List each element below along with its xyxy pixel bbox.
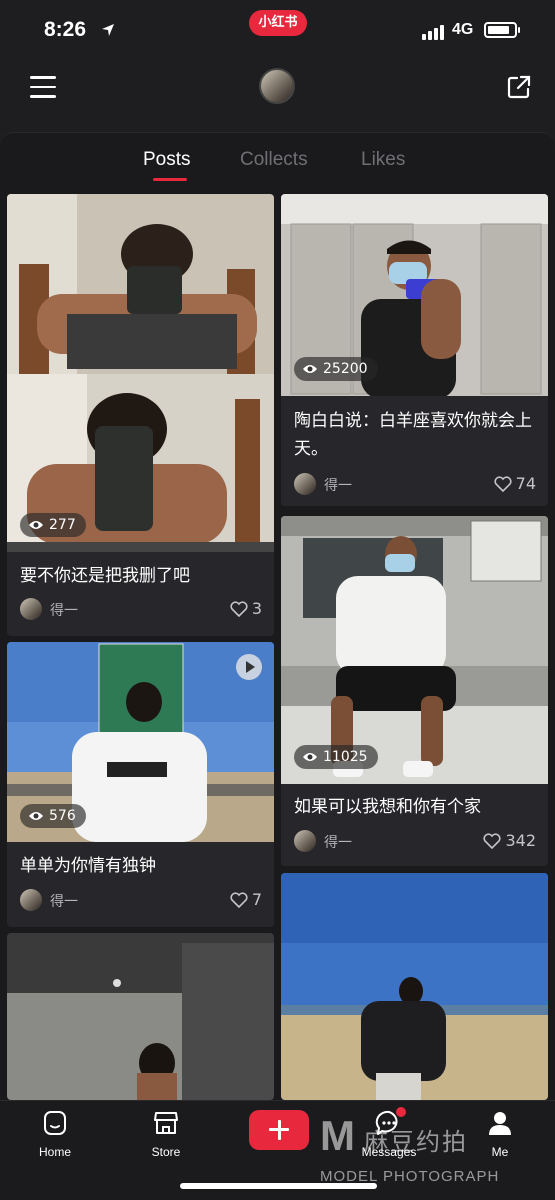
menu-icon[interactable] [30, 76, 56, 98]
nav-store[interactable]: Store [126, 1109, 206, 1159]
eye-icon [29, 812, 43, 820]
eye-icon [303, 753, 317, 761]
status-time: 8:26 [44, 18, 87, 41]
heart-icon [483, 832, 501, 849]
heart-icon [230, 600, 248, 617]
tab-likes[interactable]: Likes [361, 149, 405, 171]
author-name[interactable]: 得一 [50, 891, 78, 911]
eye-icon [29, 521, 43, 529]
post-title: 如果可以我想和你有个家 [294, 797, 481, 817]
views-count: 25200 [323, 361, 368, 377]
post-image [281, 873, 548, 1100]
signal-icon [422, 25, 444, 40]
status-bar: 8:26 小红书 4G [0, 0, 555, 60]
post-title: 陶白白说：白羊座喜欢你就会上天。 [294, 411, 532, 459]
home-icon [44, 1111, 66, 1135]
post-meta: 得一 74 [294, 473, 536, 497]
like-count: 3 [251, 599, 262, 618]
location-arrow-icon [102, 24, 114, 36]
message-notification-dot [396, 1107, 406, 1117]
active-tab-indicator [153, 178, 187, 181]
play-icon [236, 654, 262, 680]
author-avatar[interactable] [20, 889, 42, 911]
tab-posts[interactable]: Posts [143, 149, 191, 171]
profile-avatar[interactable] [259, 68, 295, 104]
me-icon [489, 1112, 511, 1135]
post-title: 要不你还是把我删了吧 [20, 566, 190, 586]
profile-topbar [0, 60, 555, 122]
heart-icon [494, 475, 512, 492]
nav-messages-label: Messages [361, 1145, 417, 1159]
store-icon [154, 1112, 178, 1134]
nav-home-label: Home [38, 1145, 71, 1159]
author-name[interactable]: 得一 [50, 600, 78, 620]
like-count: 342 [505, 831, 536, 850]
nav-home[interactable]: Home [15, 1109, 95, 1159]
post-meta: 得一 7 [20, 889, 262, 913]
post-image [7, 933, 274, 1100]
like-count: 7 [251, 890, 262, 909]
post-card[interactable] [7, 933, 274, 1100]
post-card[interactable]: 11025 如果可以我想和你有个家 得一 342 [281, 516, 548, 866]
heart-icon [230, 891, 248, 908]
like-count: 74 [515, 474, 536, 493]
add-post-button[interactable] [249, 1110, 309, 1150]
tab-collects[interactable]: Collects [240, 149, 308, 171]
post-image [281, 516, 548, 784]
views-count: 576 [49, 808, 76, 824]
profile-tabs: Posts Collects Likes [0, 133, 555, 191]
like-button[interactable]: 3 [230, 599, 262, 618]
author-avatar[interactable] [294, 830, 316, 852]
nav-store-label: Store [151, 1145, 181, 1159]
views-count: 277 [49, 517, 76, 533]
views-pill: 25200 [294, 357, 378, 381]
post-card[interactable]: 277 要不你还是把我删了吧 得一 3 [7, 194, 274, 636]
post-title: 单单为你情有独钟 [20, 856, 156, 876]
nav-me-label: Me [491, 1145, 509, 1159]
author-avatar[interactable] [20, 598, 42, 620]
like-button[interactable]: 7 [230, 890, 262, 909]
app-badge: 小红书 [249, 10, 307, 36]
nav-messages[interactable]: Messages [349, 1109, 429, 1159]
like-button[interactable]: 74 [494, 474, 536, 493]
author-avatar[interactable] [294, 473, 316, 495]
like-button[interactable]: 342 [483, 831, 536, 850]
post-card[interactable]: 576 单单为你情有独钟 得一 7 [7, 642, 274, 927]
author-name[interactable]: 得一 [324, 832, 352, 852]
views-count: 11025 [323, 749, 368, 765]
views-pill: 277 [20, 513, 86, 537]
post-meta: 得一 342 [294, 830, 536, 854]
post-meta: 得一 3 [20, 598, 262, 622]
eye-icon [303, 365, 317, 373]
author-name[interactable]: 得一 [324, 475, 352, 495]
post-card[interactable]: 25200 陶白白说：白羊座喜欢你就会上天。 得一 74 [281, 194, 548, 506]
battery-icon [484, 22, 520, 38]
share-icon[interactable] [506, 74, 532, 100]
post-card[interactable] [281, 873, 548, 1100]
post-image [7, 194, 274, 552]
home-indicator[interactable] [180, 1183, 377, 1189]
views-pill: 11025 [294, 745, 378, 769]
nav-me[interactable]: Me [460, 1109, 540, 1159]
views-pill: 576 [20, 804, 86, 828]
network-type: 4G [452, 21, 474, 38]
